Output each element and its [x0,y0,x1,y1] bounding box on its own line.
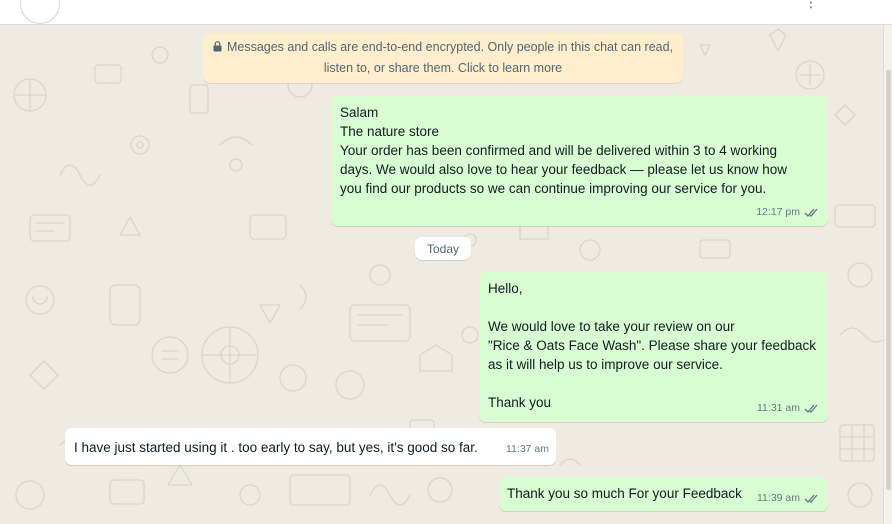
encryption-notice-line1: Messages and calls are end-to-end encryp… [226,40,674,54]
scrollbar-thumb[interactable] [886,70,891,490]
message-meta: 11:31 am [757,399,820,418]
encryption-notice[interactable]: Messages and calls are end-to-end encryp… [203,33,683,83]
chat-header: ⋮ [0,0,892,25]
message-meta: 11:39 am [757,489,820,508]
message-text: Salam The nature store Your order has be… [340,105,787,196]
message-time: 12:17 pm [756,206,800,218]
contact-avatar[interactable] [20,0,60,24]
chat-pane: Messages and calls are end-to-end encryp… [0,25,884,524]
message-text: Thank you so much For your Feedback [507,486,742,501]
message-meta: 12:17 pm [756,203,820,222]
message-text: I have just started using it . too early… [74,440,478,455]
message-outgoing[interactable]: Thank you so much For your Feedback 11:3… [499,477,828,511]
lock-icon [213,41,222,52]
message-incoming[interactable]: I have just started using it . too early… [65,428,556,465]
chat-scrollbar[interactable] [883,25,892,524]
more-vertical-icon[interactable]: ⋮ [804,0,818,11]
message-outgoing[interactable]: Salam The nature store Your order has be… [331,96,828,226]
message-time: 11:39 am [757,492,800,504]
message-outgoing[interactable]: Hello, We would love to take your review… [479,272,828,422]
message-meta: 11:37 am [506,440,549,459]
message-text: Hello, We would love to take your review… [488,281,816,410]
message-time: 11:37 am [506,443,549,455]
double-check-icon [804,404,818,413]
message-time: 11:31 am [757,402,800,414]
date-separator: Today [415,237,471,260]
encryption-notice-line2: listen to, or share them. Click to learn… [323,61,563,75]
double-check-icon [804,208,818,217]
double-check-icon [804,494,818,503]
